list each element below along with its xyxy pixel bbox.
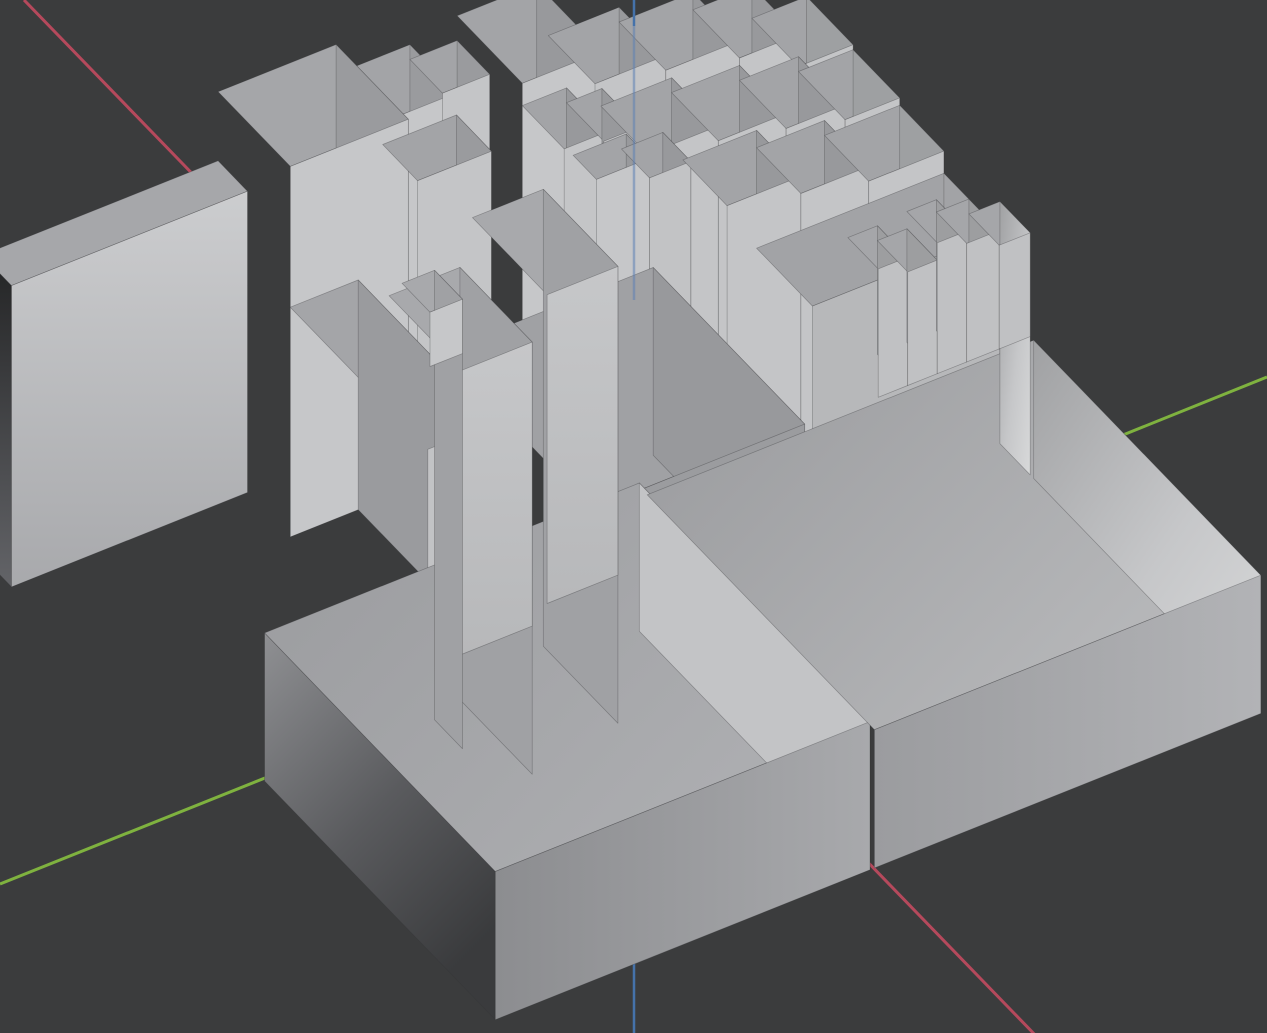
strip-4-front-face [967,230,1000,362]
strip-2-front-face [908,260,938,385]
3d-viewport[interactable] [0,0,1267,1033]
tower-1-front-face [461,342,532,654]
strip-3-front-face [937,231,967,374]
tower-2-front-face [547,266,618,603]
scene-canvas [0,0,1267,1033]
strip-1-front-face [878,257,908,397]
left-block-left-face [0,255,12,587]
strip-5-front-face [999,233,1030,349]
